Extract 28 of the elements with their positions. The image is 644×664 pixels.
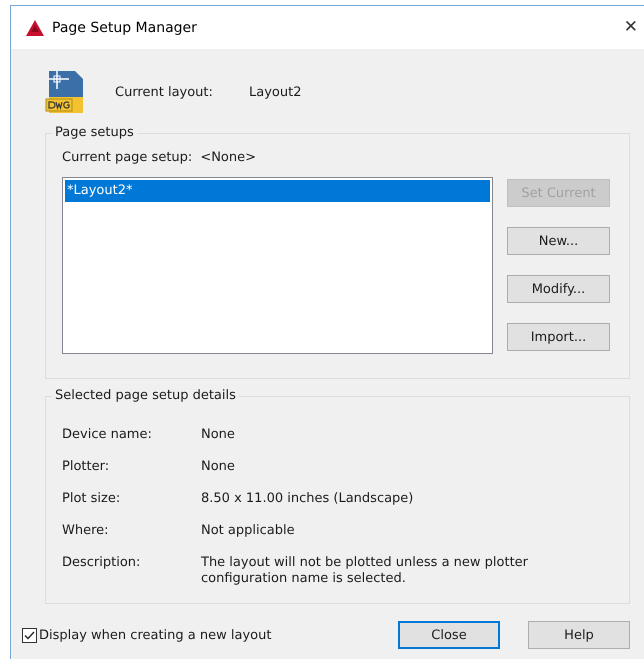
dialog-button[interactable]: Help xyxy=(528,621,630,649)
detail-label: Description: xyxy=(62,555,142,572)
list-item[interactable]: *Layout2* xyxy=(65,180,490,202)
app-logo-icon xyxy=(26,20,44,36)
dialog-button[interactable]: Modify... xyxy=(507,275,610,303)
dialog-button[interactable]: Close xyxy=(398,621,500,649)
detail-value: None xyxy=(201,427,236,444)
checkbox-label: Display when creating a new layout xyxy=(39,628,272,642)
detail-value: Not applicable xyxy=(201,523,296,540)
current-layout-value: Layout2 xyxy=(249,84,302,100)
drawing-file-icon xyxy=(45,69,85,115)
detail-value: The layout will not be plotted unless a new plotter configuration name is selected. xyxy=(201,555,530,587)
dialog-button[interactable]: Import... xyxy=(507,323,610,351)
dialog-button[interactable]: New... xyxy=(507,227,610,255)
detail-value: None xyxy=(201,459,236,476)
detail-value: 8.50 x 11.00 inches (Landscape) xyxy=(201,491,414,508)
group-title: Page setups xyxy=(52,125,137,141)
checkbox[interactable] xyxy=(22,628,37,642)
detail-label: Plot size: xyxy=(62,491,122,508)
current-page-setup-label: Current page setup: xyxy=(62,150,192,165)
current-page-setup-value: <None> xyxy=(200,150,256,165)
detail-label: Plotter: xyxy=(62,459,110,476)
window-title: Page Setup Manager xyxy=(52,20,198,36)
current-layout-label: Current layout: xyxy=(115,84,214,100)
group-title: Selected page setup details xyxy=(52,388,239,404)
detail-label: Device name: xyxy=(62,427,153,444)
detail-label: Where: xyxy=(62,523,110,540)
close-button[interactable]: ✕ xyxy=(618,19,644,36)
